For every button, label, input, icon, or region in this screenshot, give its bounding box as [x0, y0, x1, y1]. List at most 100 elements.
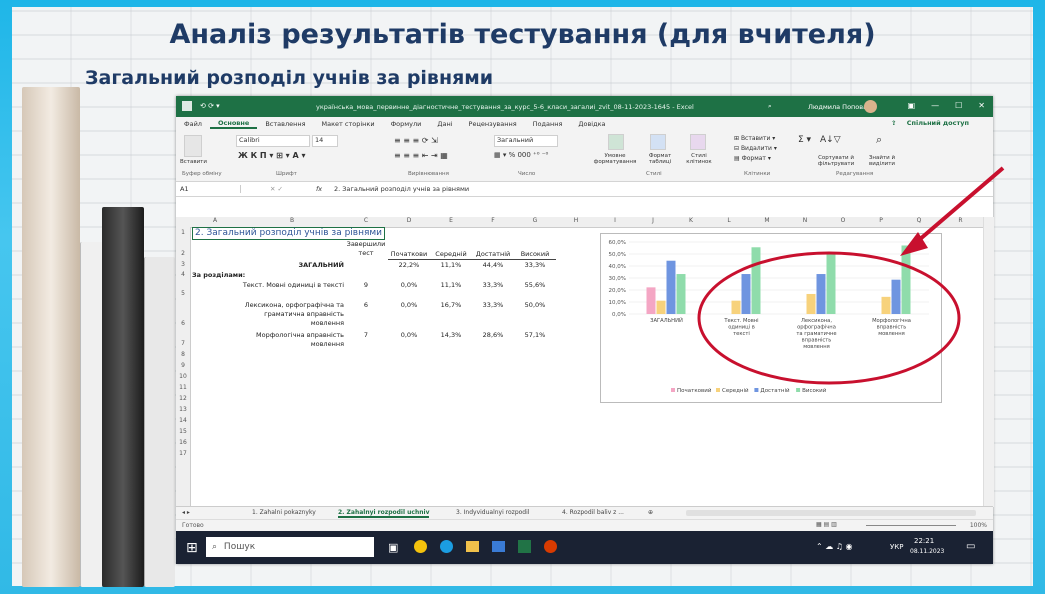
format-cells-button[interactable]: ▤ Формат ▾: [734, 155, 771, 162]
menu-help[interactable]: Довідка: [570, 120, 613, 128]
align-buttons[interactable]: ≡ ≡ ≡ ⟳ ⇲: [394, 136, 438, 145]
notifications-icon[interactable]: ▭: [966, 541, 975, 552]
section-completed[interactable]: 9: [344, 281, 388, 289]
row-header[interactable]: 17: [176, 448, 191, 459]
column-header[interactable]: O: [824, 217, 862, 228]
row-header[interactable]: 5: [176, 280, 191, 300]
avatar[interactable]: [864, 100, 877, 113]
column-header[interactable]: L: [710, 217, 748, 228]
column-header[interactable]: N: [786, 217, 824, 228]
column-header[interactable]: M: [748, 217, 786, 228]
sheet-tab[interactable]: 4. Rozpodil baliv z ...: [562, 509, 624, 516]
row-header[interactable]: 8: [176, 350, 191, 360]
section-sufficient[interactable]: 28,6%: [472, 331, 514, 339]
row-header[interactable]: 3: [176, 260, 191, 270]
sheet-tab-active[interactable]: 2. Zahalnyi rozpodil uchniv: [338, 509, 430, 518]
menu-review[interactable]: Рецензування: [461, 120, 525, 128]
general-label[interactable]: ЗАГАЛЬНИЙ: [240, 261, 345, 269]
section-name[interactable]: Текст. Мовні одиниці в тексті: [240, 281, 344, 290]
store-icon[interactable]: [492, 541, 505, 552]
column-header[interactable]: H: [556, 217, 596, 228]
sheet-tab[interactable]: 3. Indyvidualnyi rozpodil: [456, 509, 529, 516]
menu-home[interactable]: Основне: [209, 119, 258, 129]
menu-view[interactable]: Подання: [525, 120, 571, 128]
vertical-scrollbar[interactable]: [983, 217, 994, 507]
column-header[interactable]: E: [430, 217, 472, 228]
section-initial[interactable]: 0,0%: [388, 281, 430, 289]
column-header[interactable]: P: [862, 217, 900, 228]
share-button[interactable]: ⇪ Спільний доступ: [883, 119, 985, 127]
excel-taskbar-icon[interactable]: [518, 540, 531, 553]
formula-cancel-confirm-icons[interactable]: ✕ ✓: [270, 185, 283, 193]
name-box[interactable]: A1: [180, 185, 241, 193]
row-header[interactable]: 11: [176, 382, 191, 393]
number-format-select[interactable]: Загальний: [494, 135, 558, 147]
clock-date[interactable]: 08.11.2023: [910, 548, 944, 555]
align-buttons-row2[interactable]: ≡ ≡ ≡ ⇤ ⇥ ▦: [394, 151, 448, 160]
column-header[interactable]: J: [634, 217, 672, 228]
formula-content[interactable]: 2. Загальний розподіл учнів за рівнями: [334, 185, 469, 193]
user-name[interactable]: Людмила Попова: [808, 103, 867, 111]
row-header[interactable]: 6: [176, 300, 191, 330]
section-high[interactable]: 55,6%: [514, 281, 556, 289]
row-header[interactable]: 13: [176, 404, 191, 415]
section-initial[interactable]: 0,0%: [388, 331, 430, 339]
section-middle[interactable]: 14,3%: [430, 331, 472, 339]
font-size-select[interactable]: 14: [312, 135, 338, 147]
section-initial[interactable]: 0,0%: [388, 301, 430, 309]
zoom-level[interactable]: 100%: [970, 522, 987, 529]
section-name[interactable]: Морфологічна вправність мовлення: [240, 331, 344, 349]
cell-a1[interactable]: 2. Загальний розподіл учнів за рівнями: [192, 227, 386, 240]
ribbon-display-icon[interactable]: ▣: [908, 101, 916, 110]
menu-formulas[interactable]: Формули: [383, 120, 430, 128]
zoom-slider[interactable]: [866, 525, 956, 526]
menu-data[interactable]: Дані: [429, 120, 460, 128]
section-name[interactable]: Лексикона, орфографічна та граматична вп…: [240, 301, 344, 328]
general-sufficient[interactable]: 44,4%: [472, 261, 514, 269]
add-sheet-icon[interactable]: ⊕: [648, 509, 653, 516]
section-high[interactable]: 50,0%: [514, 301, 556, 309]
font-name-select[interactable]: Calibri: [236, 135, 310, 147]
edge-icon[interactable]: [440, 540, 453, 553]
tab-scroll-icons[interactable]: ◂ ▸: [182, 509, 190, 516]
column-header[interactable]: Q: [900, 217, 938, 228]
format-table-icon[interactable]: [650, 134, 666, 150]
menu-insert[interactable]: Вставлення: [257, 120, 313, 128]
row-header[interactable]: 4: [176, 270, 191, 280]
autosum-icon[interactable]: Σ ▾: [798, 135, 811, 145]
chrome-icon[interactable]: [414, 540, 427, 553]
row-header[interactable]: 7: [176, 330, 191, 350]
general-high[interactable]: 33,3%: [514, 261, 556, 269]
section-sufficient[interactable]: 33,3%: [472, 301, 514, 309]
row-header[interactable]: 10: [176, 371, 191, 382]
row-header[interactable]: 9: [176, 360, 191, 371]
view-mode-icons[interactable]: ▦ ▤ ▥: [816, 521, 837, 528]
column-header[interactable]: R: [938, 217, 983, 228]
column-header[interactable]: G: [514, 217, 556, 228]
insert-cells-button[interactable]: ⊞ Вставити ▾: [734, 135, 775, 142]
quick-access-icons[interactable]: ⟲ ⟳ ▾: [200, 102, 220, 110]
tray-icons[interactable]: ⌃ ☁ ♫ ◉: [816, 542, 852, 551]
cell-styles-icon[interactable]: [690, 134, 706, 150]
app-taskbar-icon[interactable]: [544, 540, 557, 553]
file-explorer-icon[interactable]: [466, 541, 479, 552]
menu-file[interactable]: Файл: [176, 120, 210, 128]
header-middle[interactable]: Середній: [430, 250, 472, 258]
column-header[interactable]: K: [672, 217, 710, 228]
windows-start-icon[interactable]: ⊞: [186, 540, 198, 556]
fx-icon[interactable]: fx: [316, 185, 322, 193]
bold-italic-underline-buttons[interactable]: Ж К П ▾ ⊞ ▾ A ▾: [238, 151, 305, 160]
conditional-format-icon[interactable]: [608, 134, 624, 150]
header-sufficient[interactable]: Достатній: [472, 250, 514, 258]
delete-cells-button[interactable]: ⊟ Видалити ▾: [734, 145, 777, 152]
section-middle[interactable]: 11,1%: [430, 281, 472, 289]
section-sufficient[interactable]: 33,3%: [472, 281, 514, 289]
header-completed[interactable]: Завершили тест: [344, 240, 388, 258]
search-icon[interactable]: ⌕: [768, 102, 772, 111]
general-middle[interactable]: 11,1%: [430, 261, 472, 269]
column-header[interactable]: D: [388, 217, 430, 228]
paste-icon[interactable]: [184, 135, 202, 157]
section-completed[interactable]: 7: [344, 331, 388, 339]
close-icon[interactable]: ✕: [978, 101, 985, 110]
row-header[interactable]: 12: [176, 393, 191, 404]
